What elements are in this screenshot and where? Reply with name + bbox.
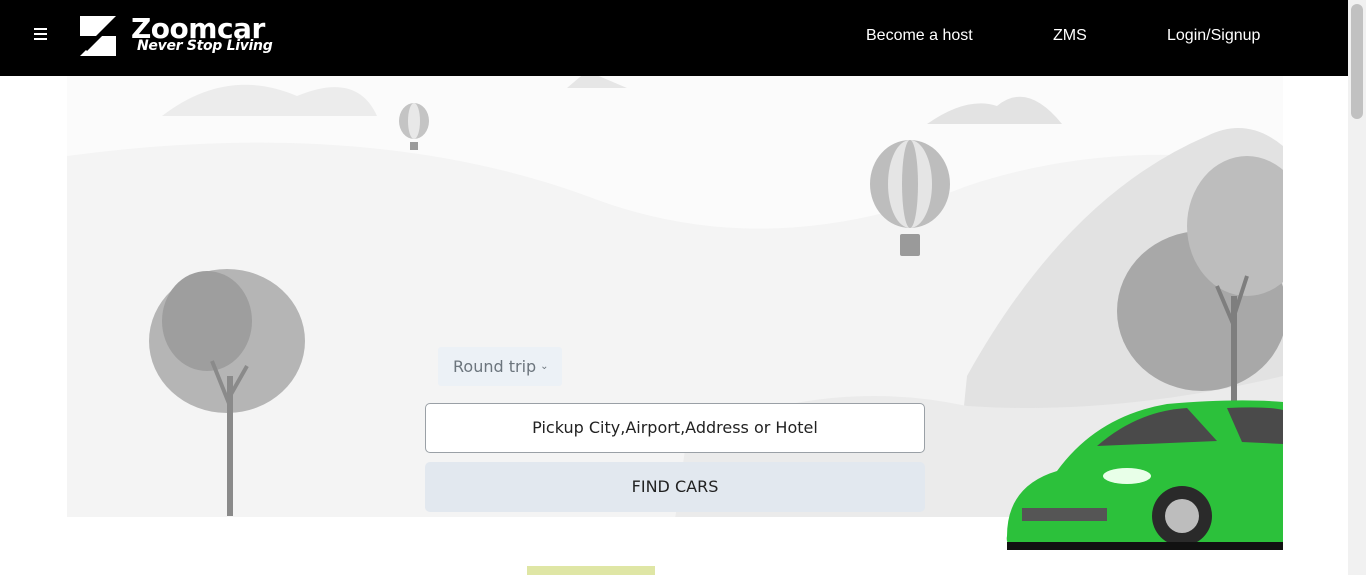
page-scrollbar[interactable] [1348, 0, 1366, 575]
trip-type-label: Round trip [453, 357, 537, 376]
brand-tagline: Never Stop Living [137, 38, 273, 54]
top-navbar: Zoomcar Never Stop Living Become a host … [0, 0, 1348, 76]
nav-become-host[interactable]: Become a host [866, 27, 973, 45]
menu-icon[interactable] [34, 28, 50, 46]
hero-illustration: Round trip ⌄ Pickup City,Airport,Address… [67, 76, 1283, 575]
nav-login-signup[interactable]: Login/Signup [1167, 27, 1260, 45]
promo-thumbnail [527, 566, 655, 575]
trip-type-dropdown[interactable]: Round trip ⌄ [438, 347, 562, 386]
zoomcar-logo-icon[interactable] [76, 14, 120, 58]
chevron-down-icon: ⌄ [540, 361, 549, 372]
scroll-thumb[interactable] [1351, 4, 1363, 119]
nav-zms[interactable]: ZMS [1053, 27, 1087, 45]
pickup-location-input[interactable]: Pickup City,Airport,Address or Hotel [425, 403, 925, 453]
find-cars-button[interactable]: FIND CARS [425, 462, 925, 512]
